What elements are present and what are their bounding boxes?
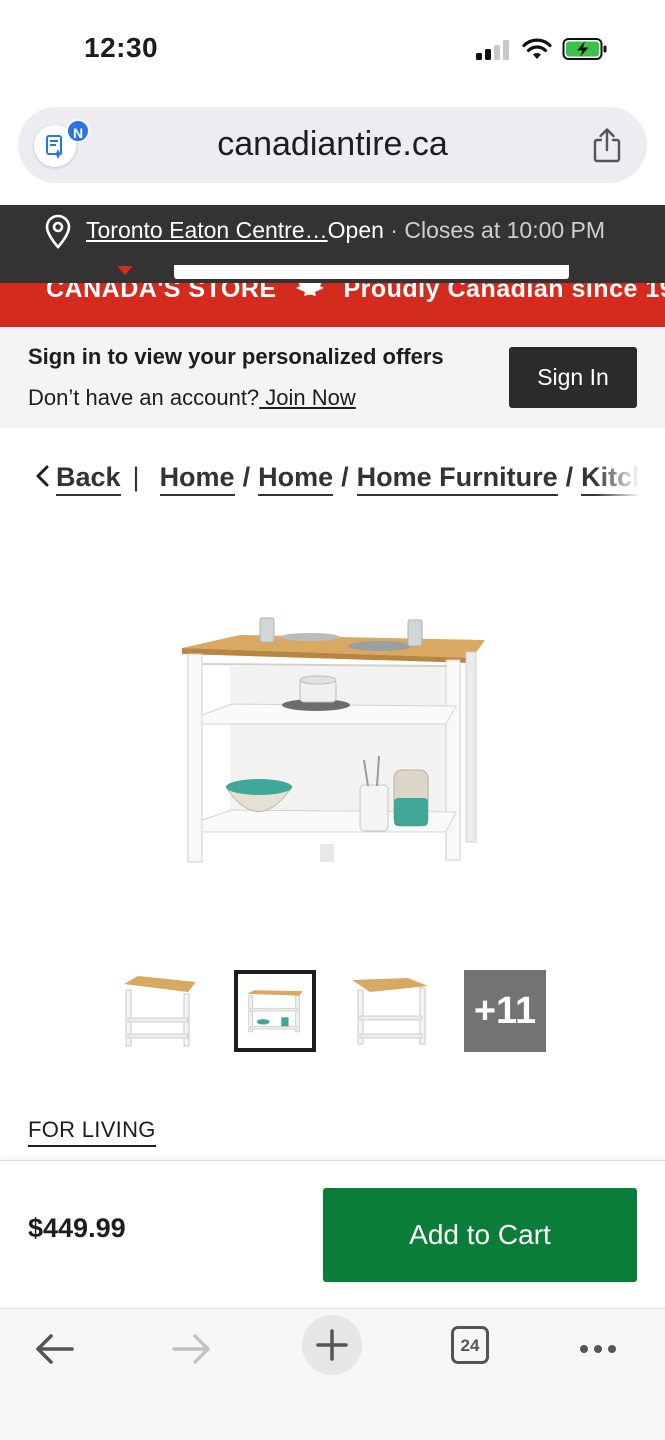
brand-link[interactable]: FOR LIVING bbox=[28, 1117, 156, 1147]
banner-text: CANADA'S STORE Proudly Canadian since 19… bbox=[46, 283, 665, 304]
signin-title: Sign in to view your personalized offers bbox=[28, 344, 444, 369]
product-price: $449.99 bbox=[28, 1213, 126, 1243]
join-now-link[interactable]: Join Now bbox=[259, 385, 355, 410]
product-image[interactable] bbox=[170, 600, 500, 890]
breadcrumb: Back|Home/Home/Home Furniture/Kitchen bbox=[34, 462, 638, 502]
browser-toolbar: 24 bbox=[0, 1308, 665, 1440]
cellular-signal-icon bbox=[476, 40, 510, 60]
store-open-status: Open bbox=[327, 217, 384, 243]
chevron-left-icon[interactable] bbox=[34, 463, 56, 494]
back-link[interactable]: Back bbox=[56, 462, 121, 496]
forward-arrow-icon[interactable] bbox=[162, 1319, 222, 1379]
breadcrumb-divider: | bbox=[132, 462, 140, 492]
breadcrumb-item[interactable]: Home bbox=[258, 462, 334, 496]
product-thumbnail[interactable] bbox=[348, 970, 430, 1052]
address-bar[interactable]: N canadiantire.ca bbox=[18, 107, 647, 183]
back-arrow-icon[interactable] bbox=[24, 1319, 84, 1379]
product-thumbnail[interactable] bbox=[118, 970, 200, 1052]
status-time: 12:30 bbox=[84, 32, 159, 63]
store-status: Toronto Eaton Centre…Open · Closes at 10… bbox=[86, 217, 605, 244]
brand-banner: CANADA'S STORE Proudly Canadian since 19… bbox=[0, 283, 665, 327]
more-images-thumbnail[interactable]: +11 bbox=[464, 970, 546, 1052]
share-icon[interactable] bbox=[590, 127, 624, 163]
breadcrumb-separator: / bbox=[242, 462, 251, 492]
no-account-text: Don’t have an account? bbox=[28, 385, 260, 410]
breadcrumb-separator: / bbox=[341, 462, 349, 492]
signin-prompt: Sign in to view your personalized offers… bbox=[0, 327, 665, 428]
breadcrumb-item[interactable]: Home bbox=[159, 462, 235, 496]
location-pin-icon bbox=[45, 214, 71, 249]
maple-leaf-icon bbox=[294, 283, 326, 304]
status-bar: 12:30 bbox=[0, 0, 665, 100]
breadcrumb-item[interactable]: Home Furniture bbox=[356, 462, 558, 496]
chevron-down-icon[interactable] bbox=[116, 265, 134, 277]
banner-right-text: Proudly Canadian since 1922 bbox=[343, 283, 665, 303]
banner-left-text: CANADA'S STORE bbox=[46, 283, 277, 303]
search-input[interactable] bbox=[174, 265, 569, 279]
new-tab-button[interactable] bbox=[302, 1315, 362, 1375]
tab-switcher-button[interactable]: 24 bbox=[451, 1326, 489, 1364]
url-text[interactable]: canadiantire.ca bbox=[18, 125, 647, 164]
signin-subtext: Don’t have an account? Join Now bbox=[28, 385, 356, 411]
sticky-cart-bar: $449.99 Add to Cart bbox=[0, 1160, 665, 1308]
product-thumbnail-selected[interactable] bbox=[234, 970, 316, 1052]
store-name-link[interactable]: Toronto Eaton Centre… bbox=[86, 217, 328, 243]
store-info-bar: Toronto Eaton Centre…Open · Closes at 10… bbox=[0, 205, 665, 265]
add-to-cart-button[interactable]: Add to Cart bbox=[323, 1188, 637, 1282]
battery-charging-icon bbox=[562, 38, 607, 60]
sign-in-button[interactable]: Sign In bbox=[509, 347, 637, 408]
plus-icon bbox=[316, 1329, 348, 1361]
more-menu-icon[interactable] bbox=[568, 1319, 628, 1379]
store-closing-time: · Closes at 10:00 PM bbox=[383, 217, 606, 243]
breadcrumb-fade bbox=[595, 455, 640, 505]
breadcrumb-separator: / bbox=[565, 462, 574, 492]
wifi-icon bbox=[522, 38, 552, 59]
